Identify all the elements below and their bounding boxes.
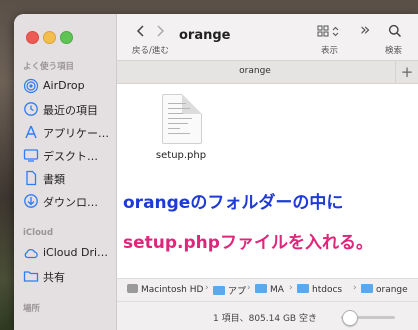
file-name: setup.php [155, 150, 207, 161]
finder-window: よく使う項目 AirDrop 最近の項目 アプリケー… デスクト… 書類 ダウン… [14, 14, 418, 330]
sidebar-item-applications[interactable]: アプリケー… [21, 123, 113, 141]
path-separator-icon: › [353, 283, 357, 293]
path-separator-icon: › [247, 283, 251, 293]
path-item-orange[interactable]: orange [361, 284, 408, 295]
applications-icon [25, 125, 37, 139]
view-label: 表示 [321, 46, 339, 56]
airdrop-icon [23, 78, 39, 94]
fullscreen-button[interactable] [60, 31, 73, 44]
icloud-header: iCloud [23, 228, 54, 238]
sidebar-item-icloud-drive[interactable]: iCloud Dri… [21, 244, 113, 262]
document-icon [26, 170, 37, 186]
sidebar-item-label: デスクト… [43, 150, 98, 163]
folder-icon [255, 284, 267, 293]
back-forward-label: 戻る/進む [132, 46, 169, 56]
clock-icon [24, 102, 38, 116]
search-icon[interactable] [388, 24, 402, 38]
sidebar-item-label: AirDrop [43, 79, 85, 92]
sidebar-item-label: アプリケー… [43, 127, 109, 140]
toolbar: 戻る/進む orange 表示 » 検索 [117, 14, 418, 60]
path-separator-icon: › [289, 283, 293, 293]
main-pane: 戻る/進む orange 表示 » 検索 orange + setup.php … [117, 14, 418, 330]
status-text: 1 項目、805.14 GB 空き [213, 314, 317, 324]
favorites-header: よく使う項目 [23, 62, 75, 72]
close-button[interactable] [26, 31, 39, 44]
back-icon[interactable] [136, 24, 146, 38]
path-item-disk[interactable]: Macintosh HD [127, 284, 203, 295]
sidebar-item-airdrop[interactable]: AirDrop [21, 77, 113, 95]
path-bar: Macintosh HD › アプ › MA › htdocs › orange [117, 278, 418, 301]
minimize-button[interactable] [43, 31, 56, 44]
tab-orange[interactable]: orange [117, 66, 393, 76]
sidebar-item-label: 最近の項目 [43, 104, 98, 117]
tab-bar: orange + [117, 60, 418, 84]
forward-icon[interactable] [155, 24, 165, 38]
desktop-icon [23, 149, 39, 162]
sidebar-item-desktop[interactable]: デスクト… [21, 146, 113, 164]
cloud-icon [24, 248, 38, 259]
sidebar-item-downloads[interactable]: ダウンロ… [21, 192, 113, 210]
more-chevron-icon[interactable]: » [360, 20, 370, 40]
sidebar-item-label: iCloud Dri… [43, 246, 109, 259]
path-item-ma[interactable]: MA [255, 284, 284, 295]
annotation-line-1: orangeのフォルダーの中に [123, 193, 344, 213]
file-item[interactable]: setup.php [149, 94, 213, 161]
sidebar-item-label: 書類 [43, 173, 65, 186]
slider-knob[interactable] [342, 310, 359, 326]
hard-disk-icon [127, 284, 138, 293]
search-label: 検索 [385, 46, 403, 56]
folder-icon [361, 284, 373, 293]
sidebar-item-shared[interactable]: 共有 [21, 267, 113, 285]
sidebar-item-label: 共有 [43, 271, 65, 284]
folder-icon [297, 284, 309, 293]
sidebar: よく使う項目 AirDrop 最近の項目 アプリケー… デスクト… 書類 ダウン… [14, 14, 117, 330]
annotation-line-2: setup.phpファイルを入れる。 [123, 233, 373, 253]
status-bar: 1 項目、805.14 GB 空き [117, 301, 418, 330]
path-item-htdocs[interactable]: htdocs [297, 284, 342, 295]
php-file-icon [162, 94, 202, 144]
sidebar-item-recents[interactable]: 最近の項目 [21, 100, 113, 118]
sidebar-item-documents[interactable]: 書類 [21, 169, 113, 187]
folder-icon [213, 286, 225, 295]
path-separator-icon: › [205, 283, 209, 293]
sidebar-item-label: ダウンロ… [43, 196, 98, 209]
view-grid-icon[interactable] [317, 25, 343, 38]
download-icon [24, 194, 38, 208]
new-tab-button[interactable]: + [395, 61, 418, 83]
path-item-apps[interactable]: アプ [213, 284, 246, 297]
window-title: orange [179, 28, 231, 43]
locations-header: 場所 [23, 304, 41, 314]
shared-folder-icon [23, 271, 39, 282]
